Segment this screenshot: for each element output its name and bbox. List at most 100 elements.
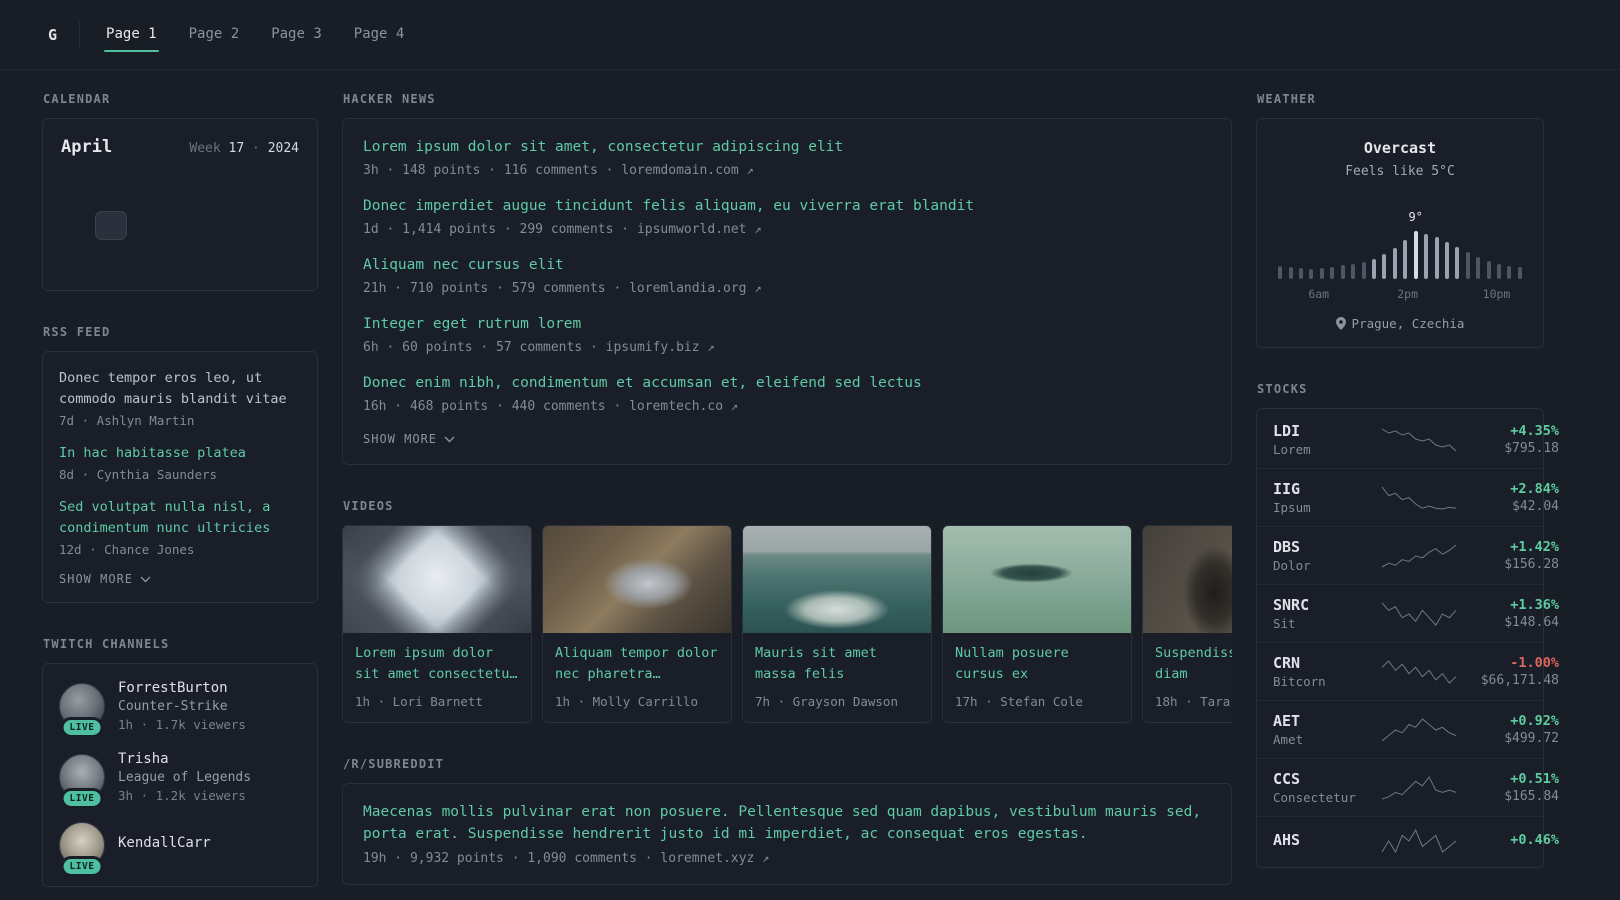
hackernews-item-title[interactable]: Integer eget rutrum lorem <box>363 314 1211 335</box>
page-tab-label: Page 4 <box>353 25 405 42</box>
weather-axis-label: 10pm <box>1482 287 1511 301</box>
calendar-day[interactable] <box>199 178 231 207</box>
channel-game: League of Legends <box>118 769 252 785</box>
stocks-box: LDI Lorem +4.35% $795.18 IIG Ipsum +2.84… <box>1256 408 1559 868</box>
video-title[interactable]: Nullam posuere cursus ex <box>955 643 1119 685</box>
twitch-channel[interactable]: LIVE Trisha League of Legends 3h · 1.2k … <box>59 751 301 806</box>
stock-change: +1.42% <box>1510 539 1559 555</box>
calendar-day[interactable] <box>268 211 300 240</box>
calendar-day[interactable] <box>60 178 92 207</box>
calendar-day[interactable] <box>129 178 161 207</box>
page-tab[interactable]: Page 4 <box>352 16 407 54</box>
stock-row[interactable]: AET Amet +0.92% $499.72 <box>1257 700 1559 758</box>
video-meta: 18h · Tara <box>1155 694 1231 710</box>
rss-item-title[interactable]: In hac habitasse platea <box>59 443 301 464</box>
stock-change: +0.92% <box>1510 713 1559 729</box>
stock-row[interactable]: CCS Consectetur +0.51% $165.84 <box>1257 758 1559 816</box>
video-card[interactable]: Mauris sit amet massa felis 7h · Grayson… <box>742 525 932 724</box>
channel-name[interactable]: Trisha <box>118 751 251 767</box>
calendar-day[interactable] <box>233 211 265 240</box>
hackernews-widget-title: HACKER NEWS <box>343 92 436 106</box>
chevron-down-icon <box>140 576 151 583</box>
hackernews-item-title[interactable]: Donec imperdiet augue tincidunt felis al… <box>363 196 1211 217</box>
stock-row[interactable]: DBS Dolor +1.42% $156.28 <box>1257 526 1559 584</box>
calendar-day[interactable] <box>164 178 196 207</box>
weather-bar <box>1476 257 1481 279</box>
video-card[interactable]: Lorem ipsum dolor sit amet consectetu… 1… <box>342 525 532 724</box>
page-tab[interactable]: Page 1 <box>104 16 159 54</box>
app-logo[interactable]: G <box>42 19 81 50</box>
stock-change: -1.00% <box>1510 655 1559 671</box>
page-tab[interactable]: Page 2 <box>187 16 242 54</box>
calendar-month: April <box>61 137 113 157</box>
calendar-day[interactable] <box>199 244 231 273</box>
weather-bar <box>1330 267 1335 279</box>
stock-price: $795.18 <box>1504 441 1559 456</box>
video-title[interactable]: Mauris sit amet massa felis <box>755 643 919 685</box>
rss-item-meta: 7d · Ashlyn Martin <box>59 412 195 428</box>
stock-row[interactable]: CRN Bitcorn -1.00% $66,171.48 <box>1257 642 1559 700</box>
stock-row[interactable]: IIG Ipsum +2.84% $42.04 <box>1257 468 1559 526</box>
calendar-day[interactable] <box>60 211 92 240</box>
page-tab[interactable]: Page 3 <box>269 16 324 54</box>
channel-name[interactable]: KendallCarr <box>118 835 211 851</box>
stock-row[interactable]: AHS +0.46% <box>1257 816 1559 865</box>
stock-identity: DBS Dolor <box>1273 538 1371 573</box>
video-title[interactable]: Suspendisse commodo diam <box>1155 643 1232 685</box>
calendar-day[interactable] <box>129 211 161 240</box>
video-card-body: Suspendisse commodo diam 18h · Tara <box>1143 633 1232 722</box>
video-title[interactable]: Aliquam tempor dolor nec pharetra… <box>555 643 719 685</box>
hackernews-item-source-link[interactable]: ipsumworld.net ↗ <box>637 222 762 237</box>
stock-values: +4.35% $795.18 <box>1467 423 1559 456</box>
channel-name[interactable]: ForrestBurton <box>118 680 246 696</box>
calendar-day[interactable] <box>233 178 265 207</box>
calendar-week-info: Week 17 · 2024 <box>189 141 299 156</box>
stock-change: +2.84% <box>1510 481 1559 497</box>
video-card[interactable]: Aliquam tempor dolor nec pharetra… 1h · … <box>542 525 732 724</box>
calendar-day[interactable] <box>95 244 127 273</box>
twitch-channel[interactable]: LIVE KendallCarr <box>59 821 301 874</box>
stock-values: +0.92% $499.72 <box>1467 713 1559 746</box>
hackernews-item-source-link[interactable]: ipsumify.biz ↗ <box>606 340 715 355</box>
reddit-post-title[interactable]: Maecenas mollis pulvinar erat non posuer… <box>363 802 1211 846</box>
channel-avatar: LIVE <box>59 821 105 874</box>
calendar-day[interactable] <box>233 244 265 273</box>
stock-row[interactable]: SNRC Sit +1.36% $148.64 <box>1257 584 1559 642</box>
calendar-day[interactable] <box>95 178 127 207</box>
weather-location-label: Prague, Czechia <box>1351 316 1465 331</box>
rss-item-title[interactable]: Donec tempor eros leo, ut commodo mauris… <box>59 368 301 410</box>
calendar-day[interactable] <box>268 244 300 273</box>
calendar-day[interactable] <box>94 211 127 240</box>
left-column: CALENDAR April Week 17 · 2024 RSS FEED D… <box>42 92 318 900</box>
hackernews-item-source-link[interactable]: loremtech.co ↗ <box>629 399 738 414</box>
hackernews-item-title[interactable]: Aliquam nec cursus elit <box>363 255 1211 276</box>
calendar-day[interactable] <box>129 244 161 273</box>
calendar-week-label: Week <box>189 141 221 156</box>
weather-location[interactable]: Prague, Czechia <box>1273 316 1527 331</box>
twitch-channel[interactable]: LIVE ForrestBurton Counter-Strike 1h · 1… <box>59 680 301 735</box>
calendar-day[interactable] <box>164 244 196 273</box>
stock-price: $165.84 <box>1504 789 1559 804</box>
rss-item-title[interactable]: Sed volutpat nulla nisl, a condimentum n… <box>59 497 301 539</box>
rss-show-more-button[interactable]: SHOW MORE <box>59 572 301 586</box>
hackernews-item-title[interactable]: Donec enim nibh, condimentum et accumsan… <box>363 373 1211 394</box>
video-title[interactable]: Lorem ipsum dolor sit amet consectetu… <box>355 643 519 685</box>
weather-bar <box>1340 265 1345 279</box>
hackernews-item-source-link[interactable]: loremlandia.org ↗ <box>629 281 761 296</box>
stock-name: Bitcorn <box>1273 674 1326 689</box>
reddit-post-source-link[interactable]: loremnet.xyz ↗ <box>660 851 769 866</box>
weather-bar <box>1403 240 1408 279</box>
hackernews-item-source-link[interactable]: loremdomain.com ↗ <box>621 163 753 178</box>
video-card[interactable]: Suspendisse commodo diam 18h · Tara <box>1142 525 1232 724</box>
weather-bar <box>1319 268 1324 279</box>
hackernews-item-title[interactable]: Lorem ipsum dolor sit amet, consectetur … <box>363 137 1211 158</box>
calendar-day[interactable] <box>164 211 196 240</box>
calendar-day[interactable] <box>268 178 300 207</box>
video-card[interactable]: Nullam posuere cursus ex 17h · Stefan Co… <box>942 525 1132 724</box>
calendar-day[interactable] <box>199 211 231 240</box>
hackernews-item: Aliquam nec cursus elit 21h · 710 points… <box>363 255 1211 296</box>
calendar-day[interactable] <box>60 244 92 273</box>
video-thumbnail <box>1143 526 1232 634</box>
hackernews-show-more-button[interactable]: SHOW MORE <box>363 432 1211 446</box>
stock-row[interactable]: LDI Lorem +4.35% $795.18 <box>1257 411 1559 468</box>
